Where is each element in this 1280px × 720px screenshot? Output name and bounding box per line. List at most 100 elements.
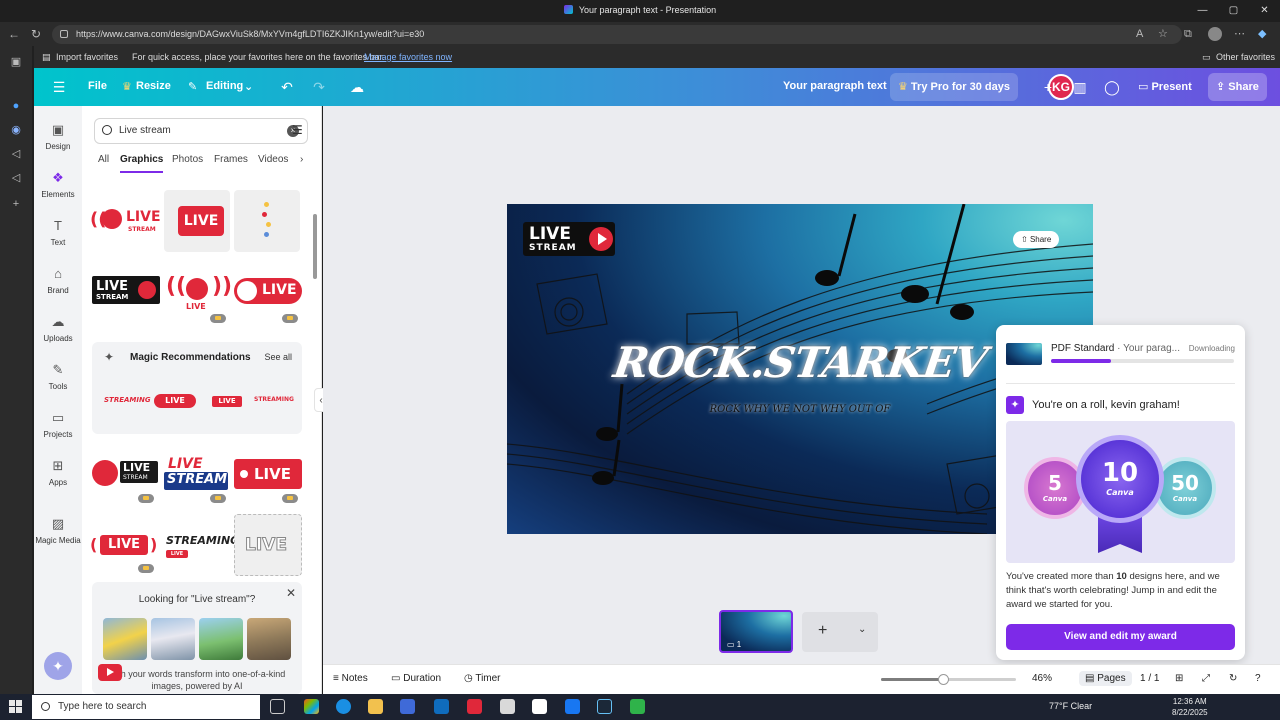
rail-item-projects[interactable]: ▭ Projects — [34, 410, 82, 439]
share-button[interactable]: ⇪ Share — [1208, 73, 1267, 101]
help-question-icon[interactable]: ? — [1255, 673, 1261, 684]
graphic-live-2[interactable]: LIVE — [164, 190, 230, 252]
import-favorites-link[interactable]: Import favorites — [56, 52, 118, 62]
share-chip[interactable]: ⇧ Share — [1013, 231, 1060, 248]
rail-item-brand[interactable]: ⌂ Brand — [34, 266, 82, 295]
rail-item-elements[interactable]: ❖ Elements — [34, 170, 82, 199]
graphic-live-9[interactable]: LIVE — [234, 459, 302, 489]
youtube-app-icon[interactable] — [467, 699, 482, 714]
grid-view-icon[interactable]: ⊞ — [1175, 673, 1183, 684]
notes-button[interactable]: ≡ Notes — [333, 673, 368, 684]
rail-item-tools[interactable]: ✎ Tools — [34, 362, 82, 391]
page-thumbnail[interactable]: ▭ 1 — [719, 610, 793, 653]
audio-tab-icon[interactable]: ◁ — [8, 146, 24, 162]
file-explorer-icon[interactable] — [368, 699, 383, 714]
timer-button[interactable]: ◷ Timer — [464, 673, 501, 684]
copilot-app-icon[interactable] — [304, 699, 319, 714]
graphic-live-6[interactable]: LIVE — [234, 278, 302, 304]
chevron-down-icon[interactable]: ⌄ — [858, 624, 866, 635]
app-icon[interactable] — [630, 699, 645, 714]
new-tab-icon[interactable]: + — [8, 196, 24, 212]
windows-start-icon[interactable] — [9, 700, 23, 714]
present-button[interactable]: ▭ Present — [1130, 73, 1200, 101]
rail-item-design[interactable]: ▣ Design — [34, 122, 82, 151]
tab-graphics[interactable]: Graphics — [120, 154, 164, 173]
graphic-text[interactable]: LIVE — [212, 396, 242, 407]
site-info-icon[interactable] — [60, 30, 68, 38]
more-options-icon[interactable]: ⋯ — [1234, 26, 1245, 42]
graphic-live-stream-7[interactable]: LIVE STREAM — [92, 456, 160, 492]
panel-scrollbar[interactable] — [313, 214, 317, 279]
tab-all[interactable]: All — [98, 154, 109, 165]
profile-avatar[interactable] — [1208, 27, 1222, 41]
pages-button[interactable]: ▤ Pages — [1079, 671, 1132, 686]
rail-item-uploads[interactable]: ☁ Uploads — [34, 314, 82, 343]
see-all-link[interactable]: See all — [264, 352, 292, 362]
graphic-text[interactable]: LIVE — [154, 394, 196, 408]
read-aloud-icon[interactable]: A — [1136, 26, 1143, 42]
close-button[interactable]: ✕ — [1249, 0, 1280, 22]
graphic-live-5[interactable]: (( )) LIVE — [164, 268, 232, 314]
resize-button[interactable]: Resize — [136, 80, 171, 92]
manage-favorites-link[interactable]: Manage favorites now — [364, 52, 452, 62]
other-favorites-icon[interactable]: ▭ — [1202, 52, 1211, 63]
cloud-save-icon[interactable]: ☁ — [348, 78, 366, 96]
undo-icon[interactable]: ↶ — [278, 78, 296, 96]
filter-icon[interactable]: ☰ — [292, 124, 304, 136]
edge-tab-icon[interactable]: ● — [8, 98, 24, 114]
task-view-icon[interactable] — [270, 699, 285, 714]
help-icon[interactable]: ↻ — [1229, 673, 1237, 684]
other-favorites[interactable]: Other favorites — [1216, 52, 1275, 62]
amazon-icon[interactable] — [532, 699, 547, 714]
graphic-dots-3[interactable] — [234, 190, 300, 252]
back-icon[interactable]: ← — [6, 26, 22, 42]
maximize-button[interactable]: ▢ — [1218, 0, 1249, 22]
add-collaborator-icon[interactable]: + — [1039, 78, 1057, 96]
zoom-slider[interactable] — [881, 674, 1016, 685]
rail-item-apps[interactable]: ⊞ Apps — [34, 458, 82, 487]
rail-item-magic-media[interactable]: ▨ Magic Media — [34, 516, 82, 545]
magic-assistant-button[interactable]: ✦ — [44, 652, 72, 680]
store-icon[interactable] — [400, 699, 415, 714]
graphic-live-outline-12[interactable]: LIVE — [234, 514, 302, 576]
cat-image[interactable] — [247, 618, 291, 660]
tab-frames[interactable]: Frames — [214, 154, 248, 165]
steam-icon[interactable] — [597, 699, 612, 714]
insights-icon[interactable]: ▥ — [1071, 78, 1089, 96]
document-title[interactable]: Your paragraph text — [783, 80, 887, 92]
duck-image[interactable] — [103, 618, 147, 660]
edge-app-icon[interactable] — [336, 699, 351, 714]
refresh-icon[interactable]: ↻ — [28, 26, 44, 42]
graphic-streaming-11[interactable]: STREAMING LIVE — [164, 526, 239, 562]
collections-icon[interactable]: ⧉ — [1184, 26, 1192, 42]
rail-item-text[interactable]: T Text — [34, 218, 82, 247]
file-menu[interactable]: File — [88, 80, 107, 92]
import-favorites-icon[interactable]: ▤ — [42, 52, 51, 63]
youtube-icon[interactable] — [98, 664, 122, 681]
duration-button[interactable]: ▭ Duration — [391, 673, 441, 684]
tabs-next-icon[interactable]: › — [300, 154, 303, 165]
favorite-star-icon[interactable]: ☆ — [1158, 26, 1168, 42]
view-award-button[interactable]: View and edit my award — [1006, 624, 1235, 650]
tab-videos[interactable]: Videos — [258, 154, 288, 165]
graphic-live-stream-1[interactable]: (( LIVE STREAM — [90, 192, 161, 250]
graphic-text[interactable]: STREAMING — [254, 396, 294, 403]
try-pro-button[interactable]: ♛ Try Pro for 30 days — [890, 73, 1018, 101]
search-input[interactable]: Live stream × — [94, 118, 308, 144]
graphic-live-10[interactable]: ( LIVE ) — [90, 530, 160, 560]
graphic-text[interactable]: STREAMING — [104, 396, 151, 404]
menu-icon[interactable]: ☰ — [50, 78, 68, 96]
mountain-image[interactable] — [151, 618, 195, 660]
taskbar-search[interactable]: Type here to search — [32, 695, 260, 719]
zoom-slider-handle[interactable] — [938, 674, 950, 685]
zoom-level[interactable]: 46% — [1032, 673, 1052, 684]
notepad-icon[interactable] — [500, 699, 515, 714]
minimize-button[interactable]: — — [1187, 0, 1218, 22]
system-clock[interactable]: 12:36 AM 8/22/2025 — [1172, 696, 1208, 718]
landscape-image[interactable] — [199, 618, 243, 660]
canva-tab-icon[interactable]: ◉ — [8, 122, 24, 138]
weather-widget[interactable]: 77°F Clear — [1049, 701, 1092, 711]
add-page-button[interactable]: + ⌄ — [802, 612, 878, 652]
copilot-icon[interactable]: ◆ — [1258, 26, 1266, 42]
facebook-icon[interactable] — [565, 699, 580, 714]
